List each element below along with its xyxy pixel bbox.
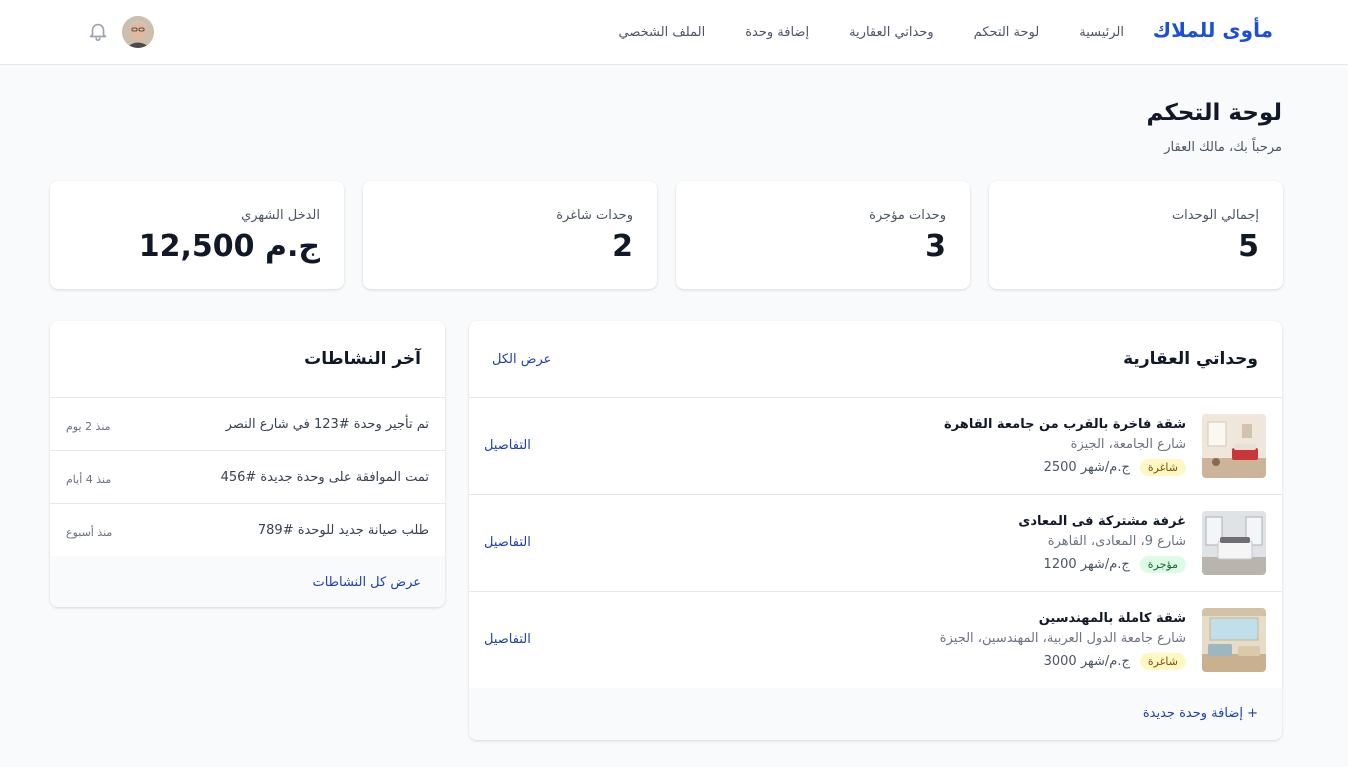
unit-row: غرفة مشتركة فى المعادى شارع 9، المعادى، … [469,494,1282,591]
nav-links: الرئيسية لوحة التحكم وحداتي العقارية إضا… [619,25,1124,40]
activity-item: تمت الموافقة على وحدة جديدة #456 منذ 4 أ… [50,450,445,503]
stat-card-monthly-income: الدخل الشهري 12,500 ج.م [50,181,344,289]
activity-text: طلب صيانة جديد للوحدة #789 [257,523,429,538]
unit-meta: شاغرة 3000 ج.م/شهر [1044,653,1186,670]
avatar[interactable] [122,16,154,48]
unit-address: شارع الجامعة، الجيزة [1070,437,1186,452]
unit-meta: مؤجرة 1200 ج.م/شهر [1044,556,1186,573]
stat-value: 2 [612,229,633,264]
view-all-units-link[interactable]: عرض الكل [492,352,551,367]
activity-panel-title: آخر النشاطات [304,349,421,369]
unit-title: غرفة مشتركة فى المعادى [1018,514,1186,529]
nav-link-my-units[interactable]: وحداتي العقارية [849,25,934,40]
unit-thumbnail[interactable] [1202,608,1266,672]
unit-meta: شاغرة 2500 ج.م/شهر [1044,459,1186,476]
units-panel-footer: إضافة وحدة جديدة + [469,688,1282,740]
unit-address: شارع جامعة الدول العربية، المهندسين، الج… [939,631,1186,646]
activity-item: طلب صيانة جديد للوحدة #789 منذ أسبوع [50,503,445,556]
owner-dashboard: مأوى للملاك الرئيسية لوحة التحكم وحداتي … [0,0,1348,767]
status-badge: شاغرة [1139,459,1186,476]
bell-icon[interactable] [87,20,109,42]
activity-item: تم تأجير وحدة #123 في شارع النصر منذ 2 ي… [50,397,445,450]
unit-row: شقة فاخرة بالقرب من جامعة القاهرة شارع ا… [469,397,1282,494]
unit-details-link[interactable]: التفاصيل [484,438,531,453]
activity-panel-footer: عرض كل النشاطات [50,556,445,607]
my-units-panel: وحداتي العقارية عرض الكل شقة فاخرة بالقر… [469,321,1282,740]
unit-thumbnail[interactable] [1202,511,1266,575]
unit-details-link[interactable]: التفاصيل [484,535,531,550]
recent-activity-panel: آخر النشاطات تم تأجير وحدة #123 في شارع … [50,321,445,607]
status-badge: مؤجرة [1139,556,1186,573]
stat-label: الدخل الشهري [241,208,320,223]
brand-logo[interactable]: مأوى للملاك [1153,18,1273,42]
unit-photo [1202,414,1266,478]
unit-price: 3000 ج.م/شهر [1043,654,1130,669]
activity-time: منذ أسبوع [66,526,113,539]
stat-label: وحدات شاغرة [556,208,633,223]
page-title: لوحة التحكم [1146,100,1282,126]
unit-thumbnail[interactable] [1202,414,1266,478]
unit-details-link[interactable]: التفاصيل [484,632,531,647]
stat-value: 3 [925,229,946,264]
unit-price: 1200 ج.م/شهر [1043,557,1130,572]
stat-value: 5 [1238,229,1259,264]
unit-title: شقة كاملة بالمهندسين [1038,611,1186,626]
stat-label: إجمالي الوحدات [1171,208,1259,223]
units-panel-title: وحداتي العقارية [1123,349,1258,369]
stat-card-rented-units: وحدات مؤجرة 3 [676,181,970,289]
stat-value: 12,500 ج.م [138,229,320,264]
page-subtitle: مرحباً بك، مالك العقار [1164,140,1282,155]
stat-card-vacant-units: وحدات شاغرة 2 [363,181,657,289]
status-badge: شاغرة [1139,653,1186,670]
unit-photo [1202,608,1266,672]
add-unit-button[interactable]: إضافة وحدة جديدة + [1143,706,1258,721]
activity-text: تم تأجير وحدة #123 في شارع النصر [225,417,429,432]
unit-address: شارع 9، المعادى، القاهرة [1047,534,1186,549]
activity-text: تمت الموافقة على وحدة جديدة #456 [220,470,429,485]
nav-link-profile[interactable]: الملف الشخصي [619,25,706,40]
activity-time: منذ 2 يوم [66,420,111,433]
unit-row: شقة كاملة بالمهندسين شارع جامعة الدول ال… [469,591,1282,688]
nav-link-dashboard[interactable]: لوحة التحكم [974,25,1040,40]
avatar-photo [122,16,154,48]
nav-link-home[interactable]: الرئيسية [1079,25,1124,40]
activity-time: منذ 4 أيام [66,473,112,486]
unit-title: شقة فاخرة بالقرب من جامعة القاهرة [944,417,1186,432]
stat-label: وحدات مؤجرة [869,208,946,223]
unit-price: 2500 ج.م/شهر [1043,460,1130,475]
nav-link-add-unit[interactable]: إضافة وحدة [745,25,809,40]
unit-photo [1202,511,1266,575]
view-all-activities-link[interactable]: عرض كل النشاطات [312,575,421,590]
stat-card-total-units: إجمالي الوحدات 5 [989,181,1283,289]
top-navbar: مأوى للملاك الرئيسية لوحة التحكم وحداتي … [0,0,1348,65]
